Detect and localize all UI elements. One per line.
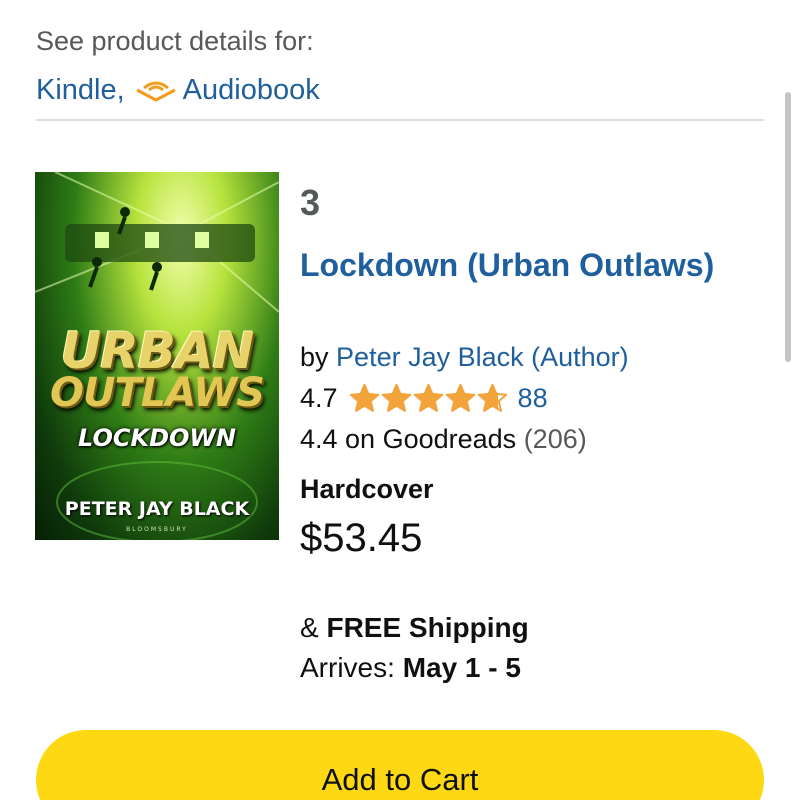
arrives-label: Arrives: <box>300 652 395 683</box>
audiobook-link[interactable]: Audiobook <box>183 74 320 107</box>
goodreads-rating: 4.4 on Goodreads (206) <box>300 424 587 455</box>
author-link[interactable]: Peter Jay Black (Author) <box>336 342 629 372</box>
rating-value: 4.7 <box>300 383 338 413</box>
add-to-cart-button[interactable]: Add to Cart <box>36 730 764 800</box>
cover-publisher: BLOOMSBURY <box>126 526 188 533</box>
star-rating <box>348 382 508 415</box>
format-label: Hardcover <box>300 474 434 504</box>
arrival-dates: May 1 - 5 <box>402 652 521 683</box>
kindle-link[interactable]: Kindle, <box>36 74 125 107</box>
star-full-icon <box>381 383 411 412</box>
book-title-link[interactable]: Lockdown (Urban Outlaws) <box>300 244 720 287</box>
by-prefix: by <box>300 342 329 372</box>
free-shipping-label: FREE Shipping <box>326 612 529 643</box>
byline: by Peter Jay Black (Author) <box>300 342 629 373</box>
cover-subtitle: LOCKDOWN <box>78 424 236 452</box>
rating-row[interactable]: 4.7 88 <box>300 382 548 415</box>
review-count-link[interactable]: 88 <box>518 383 548 414</box>
price: $53.45 <box>300 516 423 560</box>
scrollbar[interactable] <box>785 92 791 362</box>
book-cover-image[interactable]: URBAN OUTLAWS LOCKDOWN PETER JAY BLACK B… <box>35 172 279 540</box>
divider <box>36 119 764 121</box>
cover-author: PETER JAY BLACK <box>64 498 250 520</box>
shipping-info: & FREE Shipping <box>300 612 529 644</box>
product-page: See product details for: Kindle, Audiobo… <box>0 0 800 800</box>
goodreads-text: 4.4 on Goodreads <box>300 424 517 454</box>
star-full-icon <box>413 383 443 412</box>
star-full-icon <box>445 383 475 412</box>
series-number: 3 <box>300 182 321 223</box>
format-links: Kindle, Audiobook <box>36 74 320 107</box>
shipping-prefix: & <box>300 612 319 643</box>
star-full-icon <box>349 383 379 412</box>
audible-icon <box>135 76 177 106</box>
goodreads-count: (206) <box>523 424 587 454</box>
product-details-header: See product details for: <box>36 26 314 56</box>
cover-title-line2: OUTLAWS <box>50 370 265 416</box>
star-half-icon <box>477 383 507 412</box>
delivery-estimate: Arrives: May 1 - 5 <box>300 652 521 684</box>
